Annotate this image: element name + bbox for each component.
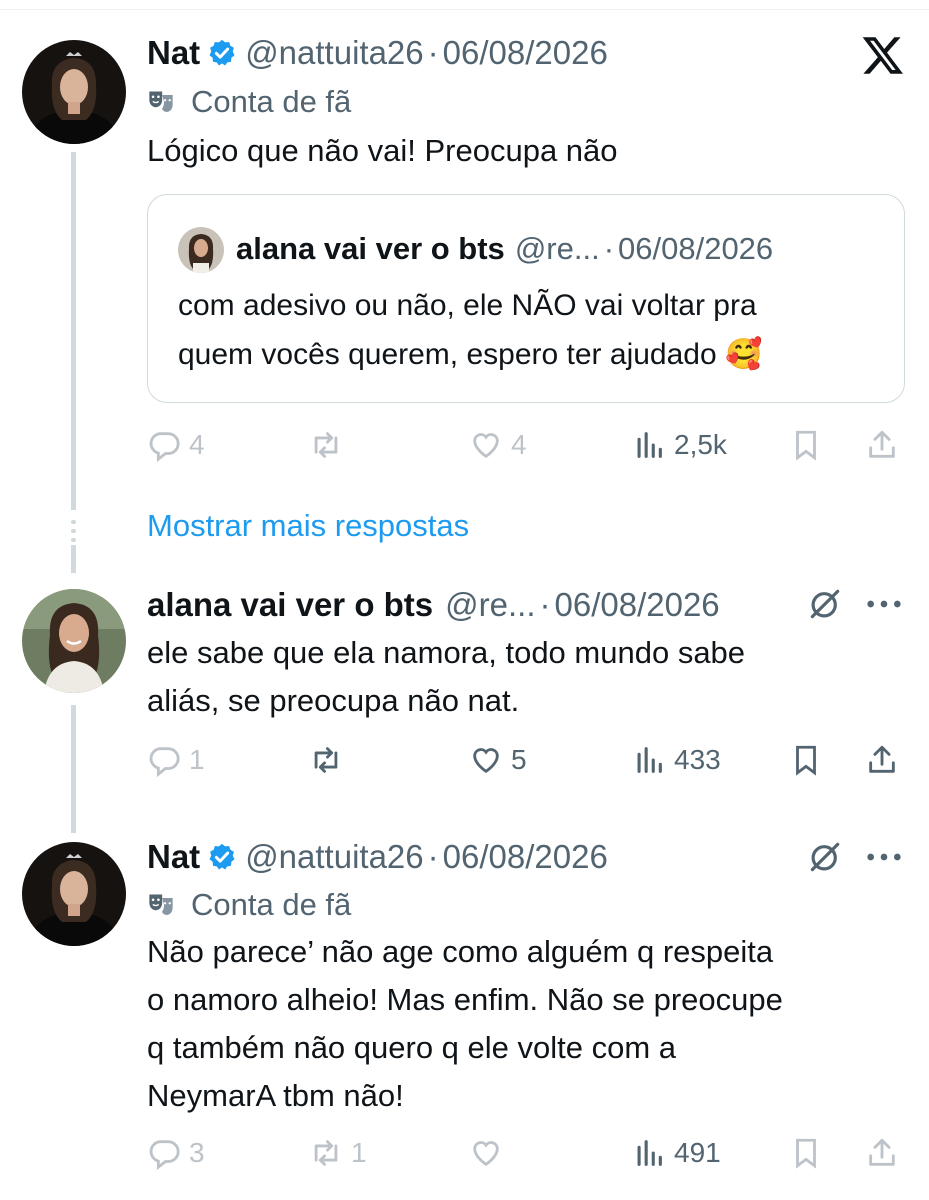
author-handle[interactable]: @re... <box>445 586 535 624</box>
share-button[interactable] <box>865 422 899 468</box>
bookmark-icon <box>796 430 816 461</box>
tweet-date[interactable]: 06/08/2026 <box>443 838 608 876</box>
like-icon <box>473 748 499 774</box>
fan-account-text: Conta de fã <box>191 84 352 119</box>
avatar[interactable] <box>22 40 126 144</box>
tweet-text-line: Não parece’ não age como alguém q respei… <box>147 934 774 969</box>
bookmark-button[interactable] <box>789 1130 823 1176</box>
tweet-actions-right: 491 <box>147 1130 907 1176</box>
more-options-button[interactable] <box>864 587 904 621</box>
views-count: 491 <box>674 1137 721 1168</box>
tweet-actions-right: 2,5k <box>147 422 907 468</box>
tweet-text: Não parece’ não age como alguém q respei… <box>147 928 783 1120</box>
views-icon <box>637 1140 662 1166</box>
views-count: 433 <box>674 744 721 775</box>
tweet-text-line: NeymarA tbm não! <box>147 1078 404 1113</box>
tweet-text-line: o namoro alheio! Mas enfim. Não se preoc… <box>147 982 783 1017</box>
tweet-text-line: ele sabe que ela namora, todo mundo sabe <box>147 635 746 670</box>
thread-gap-dots <box>71 520 76 542</box>
quoted-tweet[interactable]: alana vai ver o bts @re... · 06/08/2026 … <box>147 194 905 403</box>
theater-masks-icon <box>149 894 173 915</box>
retweet-button[interactable] <box>309 737 343 783</box>
views-icon <box>637 432 662 458</box>
author-name[interactable]: Nat <box>147 838 200 876</box>
share-button[interactable] <box>865 737 899 783</box>
separator-dot: · <box>427 34 439 71</box>
tweet-text: Lógico que não vai! Preocupa não <box>147 133 618 168</box>
reply-count: 1 <box>189 744 205 775</box>
quoted-text: com adesivo ou não, ele NÃO vai voltar p… <box>178 281 762 379</box>
tweet-text-line: aliás, se preocupa não nat. <box>147 683 520 718</box>
more-icon <box>867 853 901 861</box>
views-count: 2,5k <box>674 429 727 460</box>
x-logo-icon <box>862 37 903 74</box>
quoted-author-name[interactable]: alana vai ver o bts <box>236 231 505 267</box>
tweet-header: Nat @nattuita26 · 06/08/2026 <box>147 833 608 881</box>
bookmark-icon <box>796 1138 816 1169</box>
bookmark-button[interactable] <box>789 422 823 468</box>
more-options-button[interactable] <box>864 840 904 874</box>
theater-masks-icon <box>149 91 173 112</box>
tweet-actions: 1 5 433 <box>147 737 907 783</box>
author-name[interactable]: Nat <box>147 34 200 72</box>
author-handle[interactable]: @nattuita26 <box>245 838 423 876</box>
share-icon <box>869 1138 895 1166</box>
verified-badge-icon <box>209 843 235 870</box>
quoted-date[interactable]: 06/08/2026 <box>618 231 773 267</box>
fan-account-label: Conta de fã <box>147 82 351 122</box>
tweet-date[interactable]: 06/08/2026 <box>443 34 608 72</box>
avatar[interactable] <box>22 842 126 946</box>
quoted-author-handle[interactable]: @re... <box>515 231 600 267</box>
separator-dot: · <box>603 231 615 266</box>
tweet-text-line: q também não quero q ele volte com a <box>147 1030 677 1065</box>
fan-account-label: Conta de fã <box>147 885 351 925</box>
thread-line <box>71 545 76 573</box>
grok-button[interactable] <box>806 838 844 876</box>
tweet-alana[interactable]: alana vai ver o bts @re... · 06/08/2026 … <box>0 575 929 805</box>
like-button[interactable]: 5 <box>469 737 527 783</box>
tweet-nat-1[interactable]: Nat @nattuita26 · 06/08/2026 Conta de fã… <box>0 0 929 500</box>
share-button[interactable] <box>865 1130 899 1176</box>
grok-icon <box>810 842 840 872</box>
author-name[interactable]: alana vai ver o bts <box>147 586 433 624</box>
quoted-avatar[interactable] <box>178 227 224 273</box>
tweet-date[interactable]: 06/08/2026 <box>555 586 720 624</box>
quoted-text-line: com adesivo ou não, ele NÃO vai voltar p… <box>178 289 757 322</box>
share-icon <box>869 745 895 773</box>
views-button[interactable]: 2,5k <box>632 422 727 468</box>
separator-dot: · <box>539 586 551 623</box>
reply-icon <box>149 747 180 777</box>
retweet-icon <box>314 747 338 773</box>
quoted-header: alana vai ver o bts @re... · 06/08/2026 <box>236 226 773 272</box>
views-button[interactable]: 433 <box>632 737 721 783</box>
verified-badge-icon <box>209 39 235 66</box>
tweet-text: ele sabe que ela namora, todo mundo sabe… <box>147 629 745 725</box>
reply-button[interactable]: 1 <box>147 737 205 783</box>
grok-icon <box>810 589 840 619</box>
views-icon <box>637 747 662 773</box>
author-handle[interactable]: @nattuita26 <box>245 34 423 72</box>
show-more-replies-link[interactable]: Mostrar mais respostas <box>147 508 469 544</box>
bookmark-icon <box>796 745 816 776</box>
grok-button[interactable] <box>806 585 844 623</box>
quoted-text-line: quem vocês querem, espero ter ajudado 🥰 <box>178 338 763 371</box>
separator-dot: · <box>427 838 439 875</box>
like-count: 5 <box>511 744 527 775</box>
avatar[interactable] <box>22 589 126 693</box>
fan-account-text: Conta de fã <box>191 887 352 922</box>
tweet-header: alana vai ver o bts @re... · 06/08/2026 <box>147 581 720 629</box>
more-icon <box>867 600 901 608</box>
tweet-nat-2[interactable]: Nat @nattuita26 · 06/08/2026 Conta de fã… <box>0 830 929 1200</box>
bookmark-button[interactable] <box>789 737 823 783</box>
share-icon <box>869 430 895 458</box>
views-button[interactable]: 491 <box>632 1130 721 1176</box>
tweet-header: Nat @nattuita26 · 06/08/2026 <box>147 29 608 77</box>
